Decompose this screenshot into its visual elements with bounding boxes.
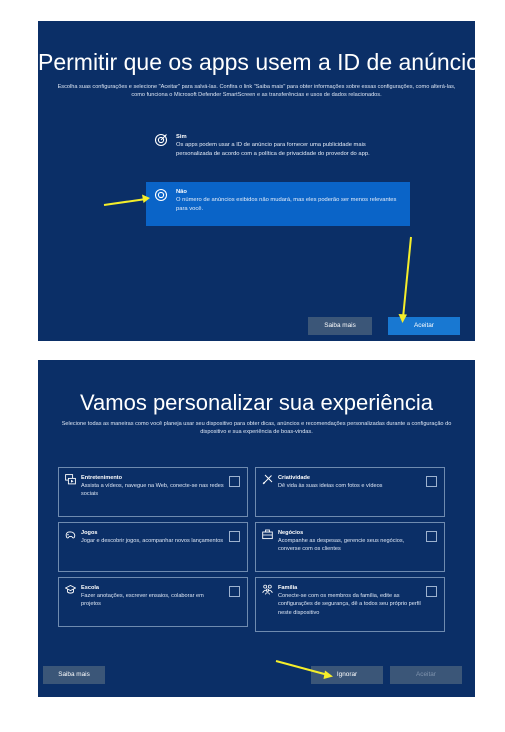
target-icon (154, 133, 168, 147)
card-entertainment[interactable]: Entretenimento Assista a vídeos, navegue… (58, 467, 248, 517)
target-icon (154, 188, 168, 202)
card-checkbox[interactable] (229, 531, 240, 542)
card-description: Conecte-se com os membros da família, ed… (278, 593, 421, 616)
accept-button-disabled: Aceitar (390, 666, 462, 684)
card-creativity[interactable]: Criatividade Dê vida às suas ideias com … (255, 467, 445, 517)
card-label: Criatividade (278, 475, 311, 481)
briefcase-icon (262, 529, 273, 540)
skip-button[interactable]: Ignorar (311, 666, 383, 684)
card-description: Assista a vídeos, navegue na Web, conect… (81, 483, 224, 498)
option-no[interactable]: Não O número de anúncios exibidos não mu… (146, 182, 410, 226)
card-checkbox[interactable] (426, 586, 437, 597)
option-yes-label: Sim (176, 134, 187, 140)
learn-more-button[interactable]: Saiba mais (43, 666, 105, 684)
card-label: Negócios (278, 530, 304, 536)
graduation-cap-icon (65, 584, 76, 594)
ad-id-screen: Permitir que os apps usem a ID de anúnci… (38, 21, 475, 341)
page-subtitle: Escolha suas configurações e selecione "… (57, 84, 456, 99)
card-business[interactable]: Negócios Acompanhe as despesas, gerencie… (255, 522, 445, 572)
card-checkbox[interactable] (229, 476, 240, 487)
page-subtitle: Selecione todas as maneiras como você pl… (61, 421, 452, 436)
card-school[interactable]: Escola Fazer anotações, escrever ensaios… (58, 577, 248, 627)
personalize-screen: Vamos personalizar sua experiência Selec… (38, 360, 475, 697)
card-family[interactable]: Família Conecte-se com os membros da fam… (255, 577, 445, 632)
gamepad-icon (65, 531, 76, 539)
card-description: Jogar e descobrir jogos, acompanhar novo… (81, 538, 224, 545)
card-checkbox[interactable] (229, 586, 240, 597)
family-icon (262, 584, 273, 595)
card-label: Escola (81, 585, 100, 591)
card-label: Entretenimento (81, 475, 123, 481)
card-gaming[interactable]: Jogos Jogar e descobrir jogos, acompanha… (58, 522, 248, 572)
option-yes-description: Os apps podem usar a ID de anúncio para … (176, 142, 370, 157)
page-title: Vamos personalizar sua experiência (80, 390, 433, 415)
pen-icon (262, 474, 273, 485)
option-yes[interactable]: Sim Os apps podem usar a ID de anúncio p… (146, 127, 410, 179)
card-checkbox[interactable] (426, 531, 437, 542)
accept-button[interactable]: Aceitar (388, 317, 460, 335)
card-label: Família (278, 585, 298, 591)
card-description: Fazer anotações, escrever ensaios, colab… (81, 593, 204, 608)
card-description: Acompanhe as despesas, gerencie seus neg… (278, 538, 405, 553)
page-title: Permitir que os apps usem a ID de anúnci… (38, 49, 475, 75)
option-no-label: Não (176, 189, 187, 195)
learn-more-button[interactable]: Saiba mais (308, 317, 372, 335)
option-no-description: O número de anúncios exibidos não mudará… (176, 197, 397, 212)
card-checkbox[interactable] (426, 476, 437, 487)
media-icon (65, 474, 76, 485)
card-description: Dê vida às suas ideias com fotos e vídeo… (278, 483, 383, 490)
card-label: Jogos (81, 530, 98, 536)
